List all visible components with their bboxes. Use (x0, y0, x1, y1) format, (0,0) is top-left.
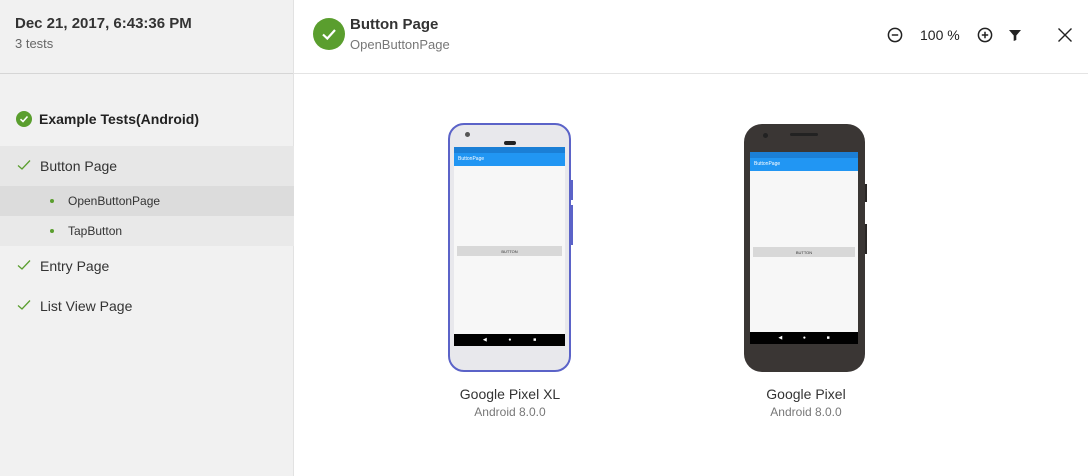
recents-icon: ■ (533, 337, 537, 343)
check-icon (17, 158, 31, 174)
app-button: BUTTON (753, 247, 855, 257)
tree-item-button-page[interactable]: Button Page (0, 146, 294, 186)
main-panel: Button Page OpenButtonPage 100 % ButtonP… (294, 0, 1088, 476)
zoom-out-icon (887, 27, 903, 43)
toolbar: 100 % (294, 24, 1088, 46)
close-icon (1058, 28, 1072, 42)
device-screen: ButtonPage BUTTON ◀ ● ■ (750, 152, 858, 344)
sidebar: Dec 21, 2017, 6:43:36 PM 3 tests Example… (0, 0, 294, 476)
step-list: OpenButtonPage TapButton (0, 186, 294, 246)
app-button: BUTTON (457, 246, 562, 256)
speaker-grille (790, 133, 818, 136)
check-icon (17, 298, 31, 314)
run-date: Dec 21, 2017, 6:43:36 PM (15, 15, 192, 32)
run-header: Dec 21, 2017, 6:43:36 PM 3 tests (0, 0, 293, 74)
zoom-out-button[interactable] (884, 24, 906, 46)
zoom-in-icon (977, 27, 993, 43)
suite-item[interactable]: Example Tests(Android) (0, 100, 294, 138)
tree-item-entry-page[interactable]: Entry Page (0, 246, 294, 286)
device-card-pixel-xl: Google Pixel XL Android 8.0.0 (435, 386, 585, 419)
filter-button[interactable] (1004, 24, 1026, 46)
main-header: Button Page OpenButtonPage 100 % (294, 0, 1088, 74)
bullet-icon (50, 199, 54, 203)
side-button (865, 224, 867, 254)
back-icon: ◀ (778, 335, 783, 341)
suite-title: Example Tests(Android) (39, 111, 199, 127)
device-os: Android 8.0.0 (474, 405, 546, 419)
android-nav-bar: ◀ ● ■ (750, 332, 858, 344)
recents-icon: ■ (826, 335, 830, 341)
device-os: Android 8.0.0 (770, 405, 842, 419)
step-item-open-button-page[interactable]: OpenButtonPage (0, 186, 294, 216)
side-button (571, 180, 573, 200)
device-screen: ButtonPage BUTTON ◀ ● ■ (454, 147, 565, 346)
close-button[interactable] (1054, 24, 1076, 46)
side-button (571, 205, 573, 245)
step-label: TapButton (68, 224, 123, 238)
tree-item-list-view-page[interactable]: List View Page (0, 286, 294, 326)
step-item-tap-button[interactable]: TapButton (0, 216, 294, 246)
bullet-icon (50, 229, 54, 233)
device-screenshot-pixel-xl[interactable]: ButtonPage BUTTON ◀ ● ■ (448, 123, 573, 372)
android-nav-bar: ◀ ● ■ (454, 334, 565, 346)
passed-check-icon (16, 111, 32, 127)
device-screenshot-pixel[interactable]: ButtonPage BUTTON ◀ ● ■ (744, 124, 867, 372)
zoom-level: 100 % (920, 27, 960, 43)
back-icon: ◀ (482, 337, 487, 343)
check-icon (17, 258, 31, 274)
tree-item-label: Entry Page (40, 258, 110, 274)
filter-icon (1009, 30, 1021, 41)
app-bar: ButtonPage (454, 153, 565, 166)
app-bar: ButtonPage (750, 158, 858, 171)
test-count: 3 tests (15, 36, 54, 51)
camera-icon (465, 132, 470, 137)
zoom-in-button[interactable] (974, 24, 996, 46)
step-label: OpenButtonPage (68, 194, 161, 208)
speaker-grille (504, 141, 516, 145)
tree-item-label: List View Page (40, 298, 133, 314)
device-name: Google Pixel (766, 386, 846, 402)
tree-item-label: Button Page (40, 158, 118, 174)
home-icon: ● (508, 337, 512, 343)
home-icon: ● (802, 335, 806, 341)
test-tree: Example Tests(Android) Button Page OpenB… (0, 100, 294, 326)
side-button (865, 184, 867, 202)
device-card-pixel: Google Pixel Android 8.0.0 (731, 386, 881, 419)
device-name: Google Pixel XL (459, 386, 561, 402)
camera-icon (763, 133, 768, 138)
